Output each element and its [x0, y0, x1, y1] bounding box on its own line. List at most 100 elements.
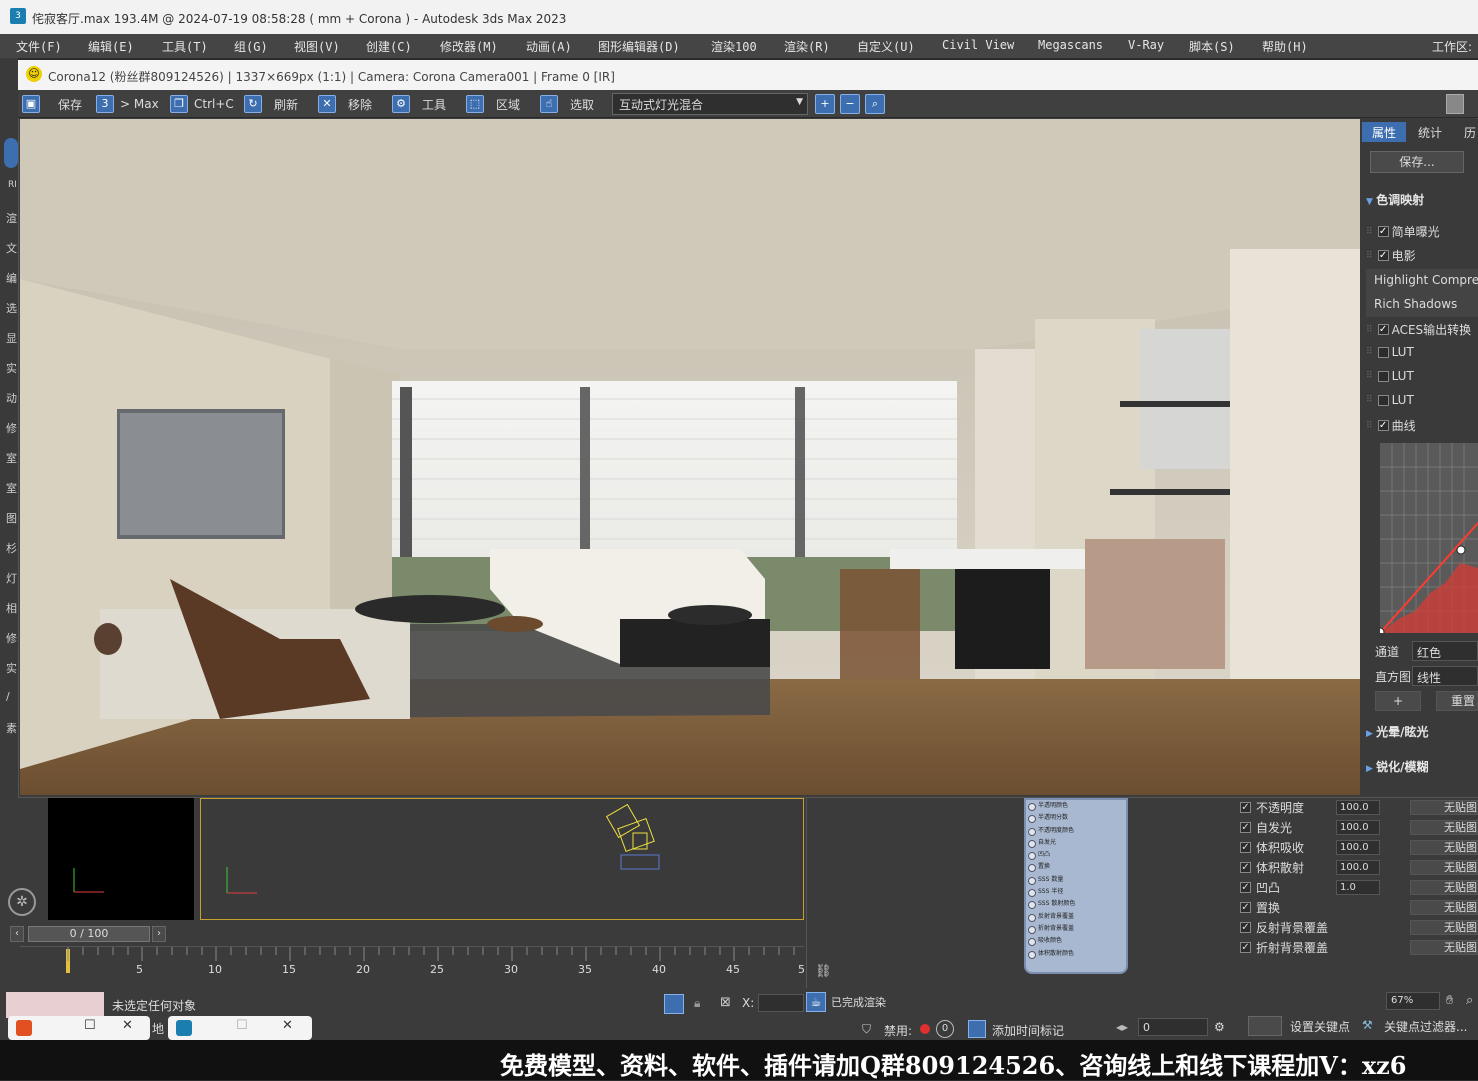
- drag-handle-icon[interactable]: ⠿: [1366, 421, 1373, 431]
- zoom-out-icon[interactable]: −: [840, 94, 860, 114]
- strip-label[interactable]: 选: [6, 300, 17, 316]
- lut-toggle-2[interactable]: ⠿ LUT: [1366, 369, 1414, 383]
- gear-icon[interactable]: ✲: [8, 888, 36, 916]
- strip-label[interactable]: 渲: [6, 210, 17, 226]
- maximize-icon[interactable]: ☐: [84, 1018, 96, 1033]
- zero-icon[interactable]: 0: [936, 1020, 954, 1038]
- menu-animation[interactable]: 动画(A): [526, 38, 572, 55]
- cube-icon[interactable]: [968, 1020, 986, 1038]
- menu-scripting[interactable]: 脚本(S): [1189, 38, 1235, 55]
- checkbox-checked[interactable]: ✓: [1240, 921, 1251, 933]
- strip-label[interactable]: 文: [6, 240, 17, 256]
- strip-label[interactable]: /: [6, 690, 10, 703]
- section-sharpen-blur[interactable]: ▶ 锐化/模糊: [1366, 758, 1428, 775]
- drag-handle-icon[interactable]: ⠿: [1366, 395, 1373, 405]
- checkbox-checked[interactable]: ✓: [1240, 901, 1251, 913]
- menu-modifiers[interactable]: 修改器(M): [440, 38, 498, 55]
- strip-label[interactable]: 室: [6, 480, 17, 496]
- film-option-shadows[interactable]: Rich Shadows: [1366, 293, 1478, 317]
- search-icon[interactable]: ⌕: [1466, 993, 1473, 1008]
- section-bloom-glare[interactable]: ▶ 光晕/眩光: [1366, 723, 1428, 740]
- checkbox-checked[interactable]: ✓: [1377, 226, 1389, 237]
- chevron-right-icon[interactable]: ›: [152, 926, 166, 942]
- checkbox-unchecked[interactable]: [1377, 394, 1389, 406]
- node-slot[interactable]: 反射背景覆盖: [1026, 911, 1126, 923]
- strip-label[interactable]: 编: [6, 270, 17, 286]
- menu-megascans[interactable]: Megascans: [1038, 38, 1103, 52]
- add-time-tag[interactable]: 添加时间标记: [992, 1022, 1064, 1039]
- node-slot[interactable]: 不透明度颜色: [1026, 825, 1126, 837]
- checkbox-checked[interactable]: ✓: [1240, 821, 1251, 833]
- node-slot[interactable]: 折射背景覆盖: [1026, 923, 1126, 935]
- menu-create[interactable]: 创建(C): [366, 38, 412, 55]
- checkbox-checked[interactable]: ✓: [1377, 324, 1389, 335]
- checkbox-checked[interactable]: ✓: [1377, 420, 1389, 431]
- maximize-icon[interactable]: ☐: [236, 1018, 248, 1033]
- node-slot[interactable]: SSS 数量: [1026, 874, 1126, 886]
- save-button[interactable]: ▣ 保存: [22, 93, 82, 115]
- zoom-select[interactable]: 67%: [1386, 992, 1440, 1010]
- menu-view[interactable]: 视图(V): [294, 38, 340, 55]
- menu-vray[interactable]: V-Ray: [1128, 38, 1164, 52]
- curve-graph[interactable]: [1375, 443, 1478, 637]
- node-slot[interactable]: 凹凸: [1026, 849, 1126, 861]
- checkbox-unchecked[interactable]: [1377, 370, 1389, 382]
- simple-exposure-toggle[interactable]: ⠿ ✓ 简单曝光: [1366, 223, 1440, 240]
- key-filters-button[interactable]: 关键点过滤器...: [1384, 1018, 1467, 1035]
- strip-label[interactable]: 相: [6, 600, 17, 616]
- param-spinner[interactable]: 1.0: [1336, 879, 1380, 895]
- chevron-left-icon[interactable]: ‹: [10, 926, 24, 942]
- scene-explorer-icon[interactable]: [4, 138, 18, 168]
- node-slot[interactable]: SSS 散射颜色: [1026, 898, 1126, 910]
- checkbox-checked[interactable]: ✓: [1240, 881, 1251, 893]
- strip-label[interactable]: 杉: [6, 540, 17, 556]
- drag-handle-icon[interactable]: ⠿: [1366, 227, 1373, 237]
- histogram-select[interactable]: 线性: [1412, 666, 1478, 686]
- checkbox-checked[interactable]: ✓: [1377, 250, 1389, 261]
- checkbox-checked[interactable]: ✓: [1240, 841, 1251, 853]
- shield-icon[interactable]: ⛉: [862, 1022, 871, 1037]
- close-icon[interactable]: ✕: [122, 1018, 133, 1033]
- maxscript-listener[interactable]: [6, 992, 104, 1018]
- param-spinner[interactable]: 100.0: [1336, 819, 1380, 835]
- checkbox-checked[interactable]: ✓: [1240, 861, 1251, 873]
- frame-input[interactable]: 0: [1138, 1018, 1208, 1036]
- pan-hand-icon[interactable]: ✋︎: [1446, 993, 1453, 1008]
- param-spinner[interactable]: 100.0: [1336, 799, 1380, 815]
- map-button[interactable]: 无贴图: [1410, 819, 1478, 835]
- viewport-perspective[interactable]: [200, 798, 804, 920]
- lut-toggle-1[interactable]: ⠿ LUT: [1366, 345, 1414, 359]
- viewport-small[interactable]: [48, 798, 194, 920]
- region-button[interactable]: ⬚ 区域: [466, 93, 520, 115]
- drag-handle-icon[interactable]: ⠿: [1366, 325, 1373, 335]
- menu-tools[interactable]: 工具(T): [162, 38, 208, 55]
- film-option-highlight[interactable]: Highlight Compre: [1366, 269, 1478, 293]
- drag-handle-icon[interactable]: ⠿: [1366, 371, 1373, 381]
- isolate-icon[interactable]: [664, 994, 684, 1014]
- menu-edit[interactable]: 编辑(E): [88, 38, 134, 55]
- checkbox-checked[interactable]: ✓: [1240, 801, 1251, 813]
- checkbox-unchecked[interactable]: [1377, 346, 1389, 358]
- render-teapot-icon[interactable]: ☕︎: [806, 992, 826, 1012]
- panel-toggle-button[interactable]: [1446, 94, 1464, 114]
- time-config-icon[interactable]: ⚙: [1214, 1020, 1225, 1034]
- x-coord-input[interactable]: [758, 994, 804, 1012]
- tab-stats[interactable]: 统计: [1408, 122, 1452, 142]
- map-button[interactable]: 无贴图: [1410, 839, 1478, 855]
- drag-handle-icon[interactable]: ⠿: [1366, 347, 1373, 357]
- menu-customize[interactable]: 自定义(U): [857, 38, 915, 55]
- map-button[interactable]: 无贴图: [1410, 899, 1478, 915]
- slate-material-editor[interactable]: ⛓: [806, 798, 1216, 988]
- zoom-in-icon[interactable]: +: [815, 94, 835, 114]
- record-dot-icon[interactable]: [920, 1024, 930, 1034]
- node-slot[interactable]: 半透明颜色: [1026, 800, 1126, 812]
- absolute-mode-icon[interactable]: ⊠: [720, 995, 731, 1010]
- strip-label[interactable]: 显: [6, 330, 17, 346]
- workspace-label[interactable]: 工作区:: [1432, 38, 1472, 55]
- menu-help[interactable]: 帮助(H): [1262, 38, 1308, 55]
- checkbox-checked[interactable]: ✓: [1240, 941, 1251, 953]
- lock-icon[interactable]: 🔒︎: [694, 996, 700, 1011]
- time-slider[interactable]: ‹ 0 / 100 ›: [10, 926, 804, 944]
- timeline-track[interactable]: 5 10 15 20 25 30 35 40 45 5: [20, 946, 805, 976]
- refresh-button[interactable]: ↻ 刷新: [244, 93, 298, 115]
